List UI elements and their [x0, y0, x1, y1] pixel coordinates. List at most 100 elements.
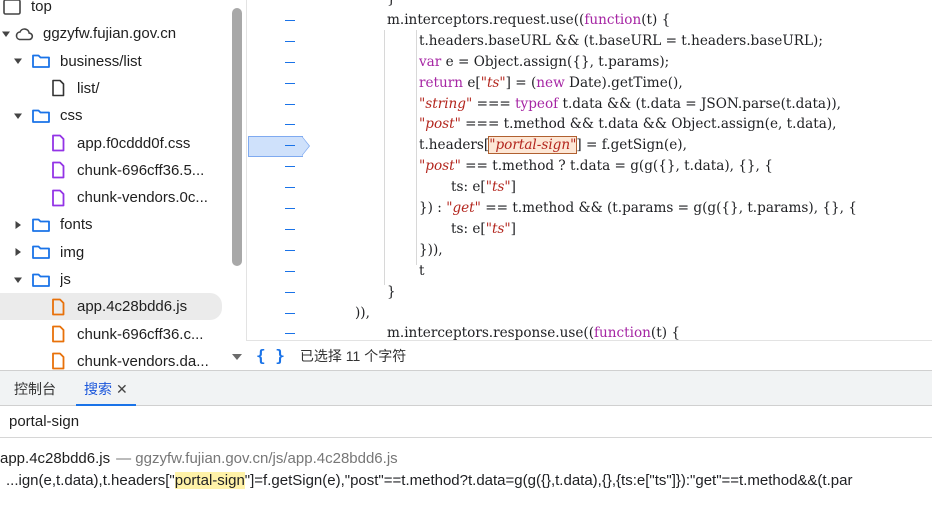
tree-item-chunk-vendors-0c[interactable]: chunk-vendors.0c... — [0, 184, 228, 211]
tree-item-label: chunk-vendors.da... — [77, 352, 209, 370]
line-gutter-mark[interactable] — [285, 270, 295, 272]
code-editor[interactable]: }m.interceptors.request.use((function(t)… — [246, 0, 932, 340]
line-gutter-mark[interactable] — [285, 40, 295, 42]
tree-item-label: css — [60, 107, 83, 125]
line-gutter-mark[interactable] — [285, 249, 295, 251]
tree-item-label: fonts — [60, 216, 93, 234]
tree-scrollbar-thumb[interactable] — [232, 8, 242, 266]
code-token: == t.method ? t.data = g(g({}, t.data), … — [460, 158, 773, 175]
code-token: ts: e[ — [451, 179, 486, 196]
code-token: ] — [510, 179, 516, 196]
tree-item-css[interactable]: css — [0, 102, 228, 129]
line-gutter-mark[interactable] — [285, 145, 295, 147]
tab-search[interactable]: 搜索 ✕ — [76, 371, 136, 406]
code-line[interactable]: "string" === typeof t.data && (t.data = … — [419, 94, 841, 115]
tree-item-ggzyfw-fujian-gov-cn[interactable]: ggzyfw.fujian.gov.cn — [0, 20, 228, 47]
code-line[interactable]: t.headers.baseURL && (t.baseURL = t.head… — [419, 31, 823, 52]
code-token: return — [419, 74, 464, 91]
tree-item-list[interactable]: list/ — [0, 75, 228, 102]
chevron-down-icon[interactable] — [12, 274, 24, 286]
code-line[interactable]: m.interceptors.response.use((function(t)… — [387, 323, 680, 340]
result-file-path: — ggzyfw.fujian.gov.cn/js/app.4c28bdd6.j… — [116, 450, 398, 467]
code-line[interactable]: }) : "get" == t.method && (t.params = g(… — [419, 198, 857, 219]
result-match: portal-sign — [174, 472, 245, 489]
tree-item-js[interactable]: js — [0, 266, 228, 293]
chevron-down-icon[interactable] — [12, 55, 24, 67]
line-gutter-mark[interactable] — [285, 291, 295, 293]
line-gutter-mark[interactable] — [285, 312, 295, 314]
code-line[interactable]: t.headers["portal-sign"] = f.getSign(e), — [419, 135, 687, 156]
css-file-icon — [48, 189, 68, 207]
code-token: } — [387, 283, 396, 300]
code-line[interactable]: ts: e["ts"] — [451, 219, 516, 240]
code-token: })), — [419, 241, 443, 258]
line-gutter-mark[interactable] — [285, 61, 295, 63]
breakpoint-marker[interactable] — [248, 136, 303, 157]
code-line[interactable]: )), — [355, 303, 370, 324]
line-gutter-mark[interactable] — [285, 208, 295, 209]
chevron-down-icon[interactable] — [0, 28, 12, 40]
code-line[interactable]: return e["ts"] = (new Date).getTime(), — [419, 73, 683, 94]
code-line[interactable]: } — [387, 282, 396, 303]
code-token: "post" — [419, 116, 461, 133]
scroll-down-arrow-icon[interactable] — [231, 352, 243, 362]
pretty-print-icon[interactable]: { } — [256, 346, 285, 365]
tree-item-app-4c28bdd6-js[interactable]: app.4c28bdd6.js — [0, 293, 222, 321]
tree-item-fonts[interactable]: fonts — [0, 211, 228, 238]
tree-item-label: list/ — [77, 79, 100, 97]
line-gutter-mark[interactable] — [285, 333, 295, 335]
tab-console[interactable]: 控制台 — [14, 371, 56, 406]
line-gutter-mark[interactable] — [285, 124, 295, 126]
code-line[interactable]: } — [387, 0, 396, 10]
folder-icon — [31, 107, 51, 125]
code-token: (t) { — [641, 11, 671, 28]
code-token: ts: e[ — [451, 220, 486, 237]
tree-item-app-f0cddd0f-css[interactable]: app.f0cddd0f.css — [0, 130, 228, 157]
tree-item-label: chunk-vendors.0c... — [77, 189, 208, 207]
tree-item-chunk-696cff36-c[interactable]: chunk-696cff36.c... — [0, 321, 228, 348]
close-icon[interactable]: ✕ — [116, 381, 128, 397]
chevron-right-icon[interactable] — [12, 219, 24, 231]
code-line[interactable]: m.interceptors.request.use((function(t) … — [387, 10, 670, 31]
tree-item-img[interactable]: img — [0, 239, 228, 266]
editor-status-bar: { } 已选择 11 个字符 — [246, 340, 932, 370]
search-result-line[interactable]: ...ign(e,t.data),t.headers["portal-sign"… — [6, 470, 852, 492]
line-gutter-mark[interactable] — [285, 103, 295, 105]
tree-item-chunk-696cff36-5[interactable]: chunk-696cff36.5... — [0, 157, 228, 184]
code-line[interactable]: })), — [419, 240, 443, 261]
line-gutter-mark[interactable] — [285, 82, 295, 84]
selection-status: 已选择 11 个字符 — [299, 347, 407, 364]
code-token: "ts" — [485, 179, 511, 196]
code-line[interactable]: "post" === t.method && t.data && Object.… — [419, 114, 836, 135]
css-file-icon — [48, 134, 68, 152]
tree-item-label: business/list — [60, 52, 142, 70]
indent-guide — [384, 30, 385, 285]
window-icon — [2, 0, 22, 16]
code-line[interactable]: t — [419, 261, 424, 282]
line-gutter-mark[interactable] — [285, 228, 295, 230]
code-token: )), — [355, 304, 370, 321]
search-result-file[interactable]: app.4c28bdd6.js — ggzyfw.fujian.gov.cn/js… — [0, 448, 398, 470]
code-token: e = Object.assign({}, t.params); — [441, 53, 670, 70]
line-gutter-mark[interactable] — [285, 187, 295, 189]
line-gutter-mark[interactable] — [285, 19, 295, 21]
drawer-tab-bar: 控制台 搜索 ✕ — [0, 370, 932, 406]
code-token: new — [536, 74, 565, 91]
search-input[interactable]: portal-sign — [0, 406, 932, 438]
code-token: Date).getTime(), — [564, 74, 683, 91]
selected-token: "portal-sign" — [488, 136, 578, 155]
code-line[interactable]: ts: e["ts"] — [451, 177, 516, 198]
tree-item-chunk-vendors-da[interactable]: chunk-vendors.da... — [0, 348, 228, 370]
tree-scrollbar[interactable] — [230, 0, 244, 370]
code-line[interactable]: var e = Object.assign({}, t.params); — [419, 52, 669, 73]
chevron-right-icon[interactable] — [12, 246, 24, 258]
tree-item-business-list[interactable]: business/list — [0, 48, 228, 75]
tree-item-top[interactable]: top — [0, 0, 228, 20]
tree-item-label: chunk-696cff36.5... — [77, 161, 205, 179]
code-line[interactable]: "post" == t.method ? t.data = g(g({}, t.… — [419, 156, 773, 177]
code-token: m.interceptors.request.use(( — [387, 11, 585, 28]
line-gutter-mark[interactable] — [285, 166, 295, 168]
code-token: var — [419, 53, 442, 70]
chevron-down-icon[interactable] — [12, 110, 24, 122]
code-token: "post" — [419, 158, 461, 175]
